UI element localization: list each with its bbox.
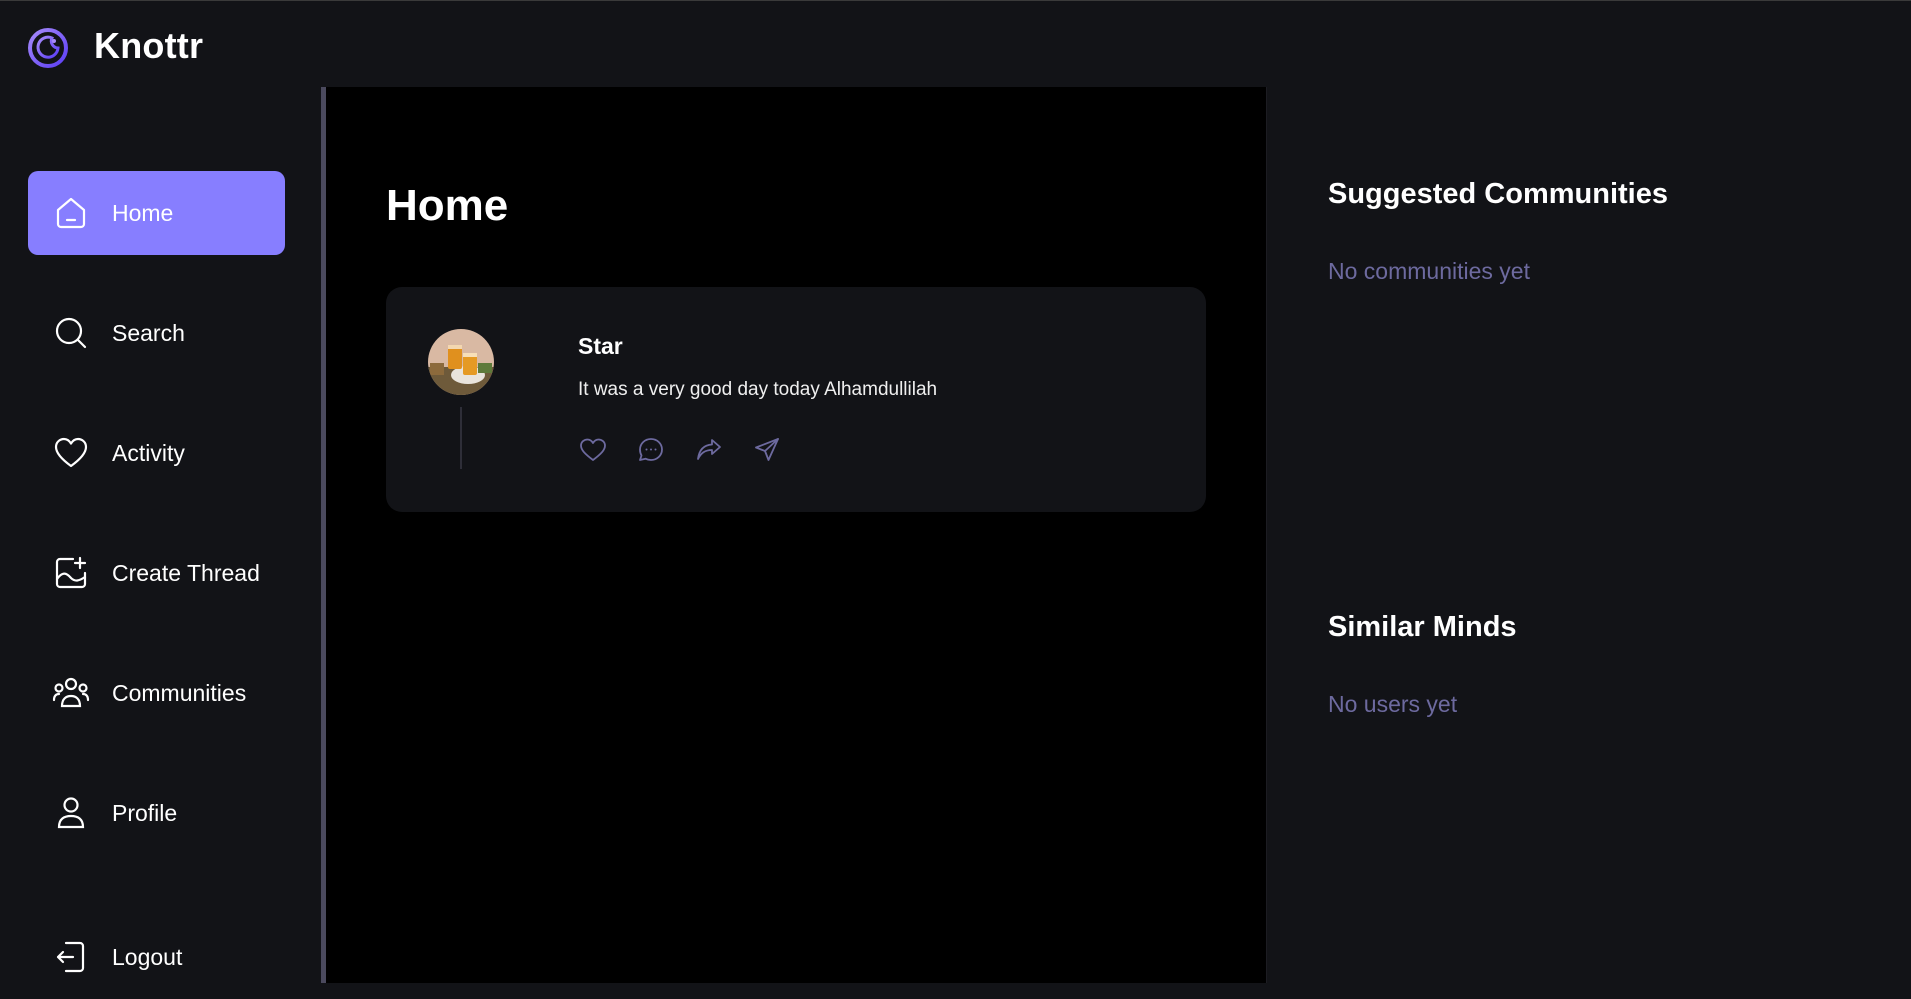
reply-icon[interactable] [636, 435, 666, 465]
thread-line [460, 407, 462, 469]
sidebar-item-search[interactable]: Search [28, 291, 285, 375]
logout-label: Logout [112, 943, 183, 970]
sidebar-item-label: Home [112, 199, 174, 226]
thread-card[interactable]: Star It was a very good day today Alhamd… [386, 287, 1206, 512]
thread-actions [578, 435, 782, 465]
knottr-logo-icon[interactable] [27, 27, 69, 69]
app-name[interactable]: Knottr [94, 25, 203, 67]
logout-icon [52, 938, 90, 976]
like-heart-icon[interactable] [578, 435, 608, 465]
right-sidebar: Suggested Communities No communities yet… [1266, 87, 1911, 983]
repost-icon[interactable] [694, 435, 724, 465]
search-icon [52, 314, 90, 352]
sidebar-item-label: Search [112, 319, 185, 346]
image-plus-icon [52, 554, 90, 592]
user-icon [52, 794, 90, 832]
sidebar-item-activity[interactable]: Activity [28, 411, 285, 495]
home-icon [52, 194, 90, 232]
suggested-communities-empty: No communities yet [1328, 258, 1530, 284]
sidebar-item-create-thread[interactable]: Create Thread [28, 531, 285, 615]
suggested-communities-title: Suggested Communities [1328, 178, 1668, 210]
sidebar-item-label: Create Thread [112, 559, 260, 586]
similar-minds-empty: No users yet [1328, 691, 1458, 717]
sidebar-item-label: Profile [112, 799, 178, 826]
avatar[interactable] [428, 329, 494, 395]
topbar: Knottr [0, 1, 1911, 87]
logout-button[interactable]: Logout [28, 915, 285, 999]
sidebar-item-profile[interactable]: Profile [28, 771, 285, 855]
sidebar-item-communities[interactable]: Communities [28, 651, 285, 735]
heart-icon [52, 434, 90, 472]
left-sidebar: Home Search Activity Create Thread Commu… [0, 87, 321, 983]
page-title: Home [386, 181, 509, 230]
thread-author[interactable]: Star [578, 333, 623, 360]
sidebar-item-home[interactable]: Home [28, 171, 285, 255]
similar-minds-title: Similar Minds [1328, 611, 1517, 643]
sidebar-item-label: Communities [112, 679, 247, 706]
thread-content: It was a very good day today Alhamdullil… [578, 379, 938, 400]
sidebar-item-label: Activity [112, 439, 185, 466]
share-icon[interactable] [752, 435, 782, 465]
main-feed: Home Star It was a very good day today A… [326, 87, 1266, 983]
users-icon [52, 674, 90, 712]
